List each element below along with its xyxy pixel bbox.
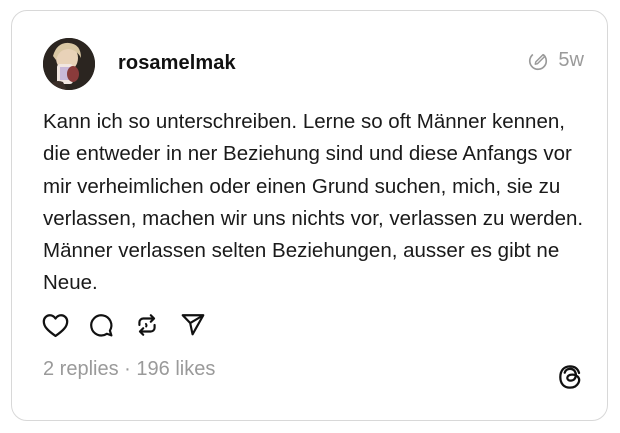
stats-separator: · [124,358,131,380]
replies-count[interactable]: 2 replies [43,358,119,380]
action-bar [41,311,225,339]
post-meta: 5w [527,49,584,72]
timestamp: 5w [558,49,584,71]
username[interactable]: rosamelmak [118,52,236,75]
repost-button[interactable] [133,311,161,339]
comment-bubble-icon [90,314,113,337]
repost-icon [138,314,156,336]
threads-logo-icon[interactable] [557,363,583,391]
reply-button[interactable] [87,311,115,339]
avatar-image [43,38,95,90]
heart-icon [42,313,68,337]
post-stats: 2 replies · 196 likes [43,358,215,381]
post-card: rosamelmak 5w Kann ich so unterschreiben… [11,10,608,421]
likes-count[interactable]: 196 likes [136,358,215,380]
send-icon [181,314,205,336]
edited-pencil-circle-icon [529,51,548,70]
share-button[interactable] [179,311,207,339]
post-text: Kann ich so unterschreiben. Lerne so oft… [43,110,584,295]
like-button[interactable] [41,311,69,339]
avatar[interactable] [43,38,95,90]
